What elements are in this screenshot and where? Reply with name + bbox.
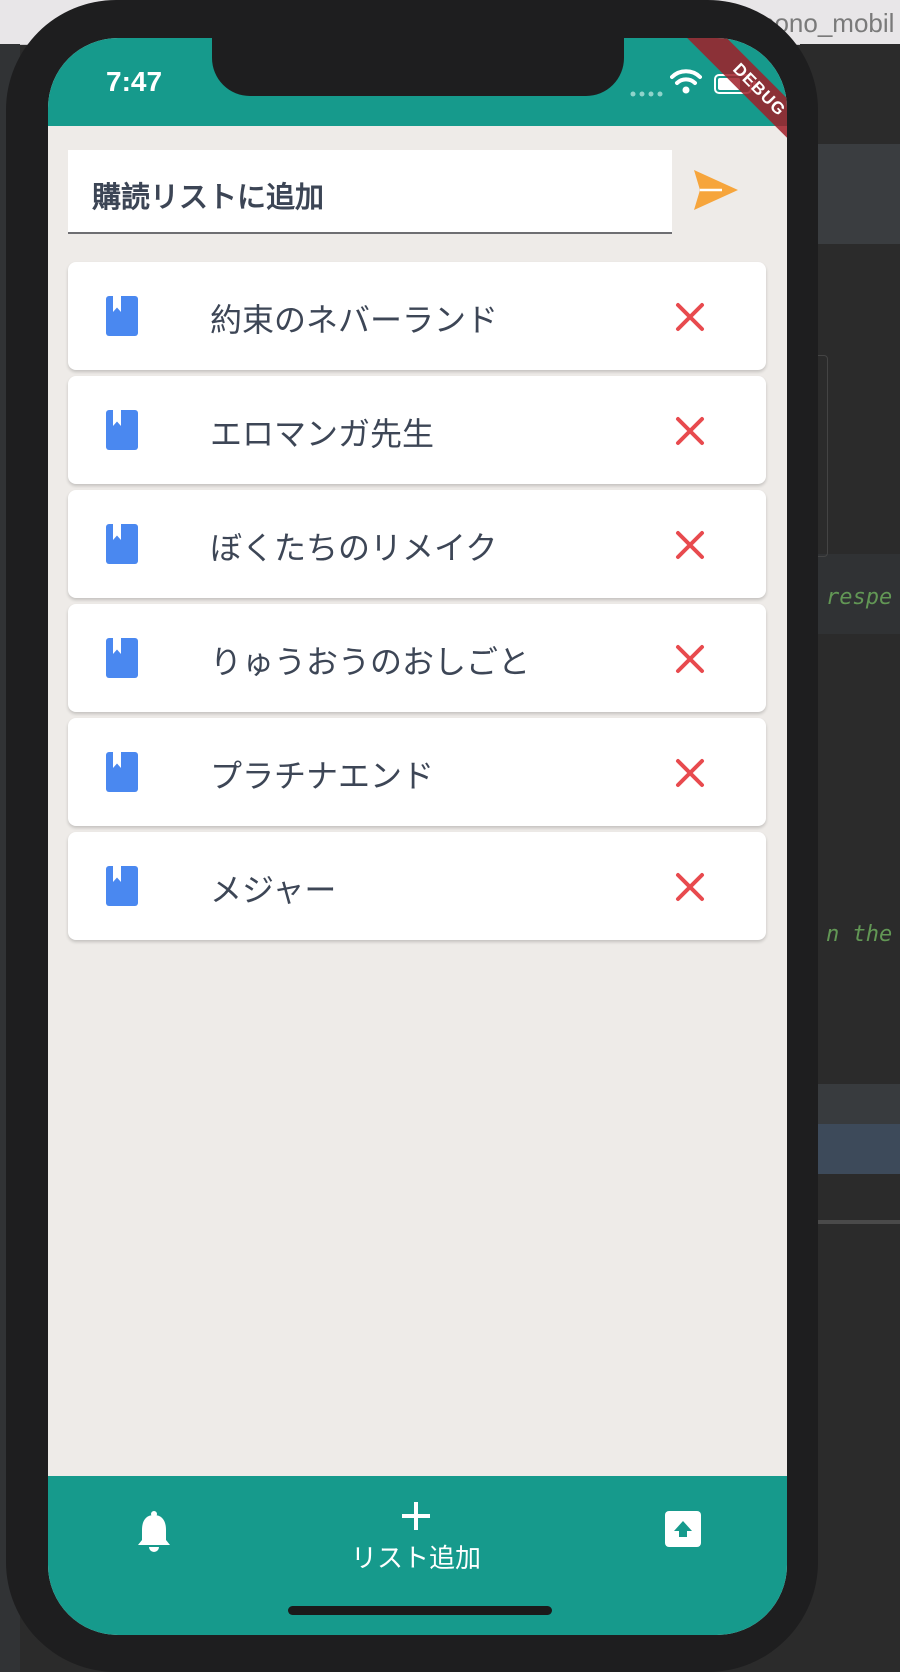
subscription-input-placeholder: 購読リストに追加	[92, 180, 325, 214]
book-icon	[106, 410, 138, 450]
list-item[interactable]: プラチナエンド	[68, 718, 766, 826]
ide-code-text: n the s	[826, 922, 900, 947]
list-item-title: 約束のネバーランド	[210, 301, 499, 339]
close-icon[interactable]	[675, 644, 705, 674]
plus-icon[interactable]	[400, 1500, 432, 1532]
subscription-list: 約束のネバーランド エロマンガ先生 ぼくたちのリメイク りゅうおうのおしごと プ	[68, 262, 766, 946]
book-icon	[106, 524, 138, 564]
list-item[interactable]: ぼくたちのリメイク	[68, 490, 766, 598]
list-item-title: メジャー	[210, 871, 337, 909]
list-item[interactable]: エロマンガ先生	[68, 376, 766, 484]
list-item-title: エロマンガ先生	[210, 415, 435, 453]
subscription-input[interactable]: 購読リストに追加	[68, 150, 672, 234]
list-item[interactable]: りゅうおうのおしごと	[68, 604, 766, 712]
close-icon[interactable]	[675, 530, 705, 560]
close-icon[interactable]	[675, 872, 705, 902]
debug-banner-label: DEBUG	[678, 38, 787, 158]
list-item-title: りゅうおうのおしごと	[210, 643, 531, 681]
list-item-title: ぼくたちのリメイク	[210, 529, 498, 567]
archive-upload-icon[interactable]	[664, 1510, 702, 1548]
book-icon	[106, 866, 138, 906]
debug-banner: DEBUG	[667, 38, 787, 158]
close-icon[interactable]	[675, 758, 705, 788]
bell-icon[interactable]	[136, 1510, 172, 1554]
add-list-button[interactable]: リスト追加	[348, 1538, 484, 1575]
list-item[interactable]: メジャー	[68, 832, 766, 940]
ide-code-text: respe	[826, 585, 893, 610]
app-screen: 7:47 DEBUG 購読リストに追加 約束のネバーランド エロマンガ先生 ぼく…	[48, 38, 787, 1635]
close-icon[interactable]	[675, 302, 705, 332]
bottom-navigation: リスト追加	[48, 1476, 787, 1635]
phone-frame: 7:47 DEBUG 購読リストに追加 約束のネバーランド エロマンガ先生 ぼく…	[6, 0, 818, 1672]
signal-icon	[630, 91, 663, 97]
list-item-title: プラチナエンド	[210, 757, 435, 795]
list-item[interactable]: 約束のネバーランド	[68, 262, 766, 370]
book-icon	[106, 296, 138, 336]
home-indicator[interactable]	[288, 1606, 552, 1615]
status-time: 7:47	[106, 66, 163, 97]
book-icon	[106, 752, 138, 792]
close-icon[interactable]	[675, 416, 705, 446]
send-icon[interactable]	[692, 168, 740, 212]
phone-notch	[212, 38, 624, 96]
book-icon	[106, 638, 138, 678]
